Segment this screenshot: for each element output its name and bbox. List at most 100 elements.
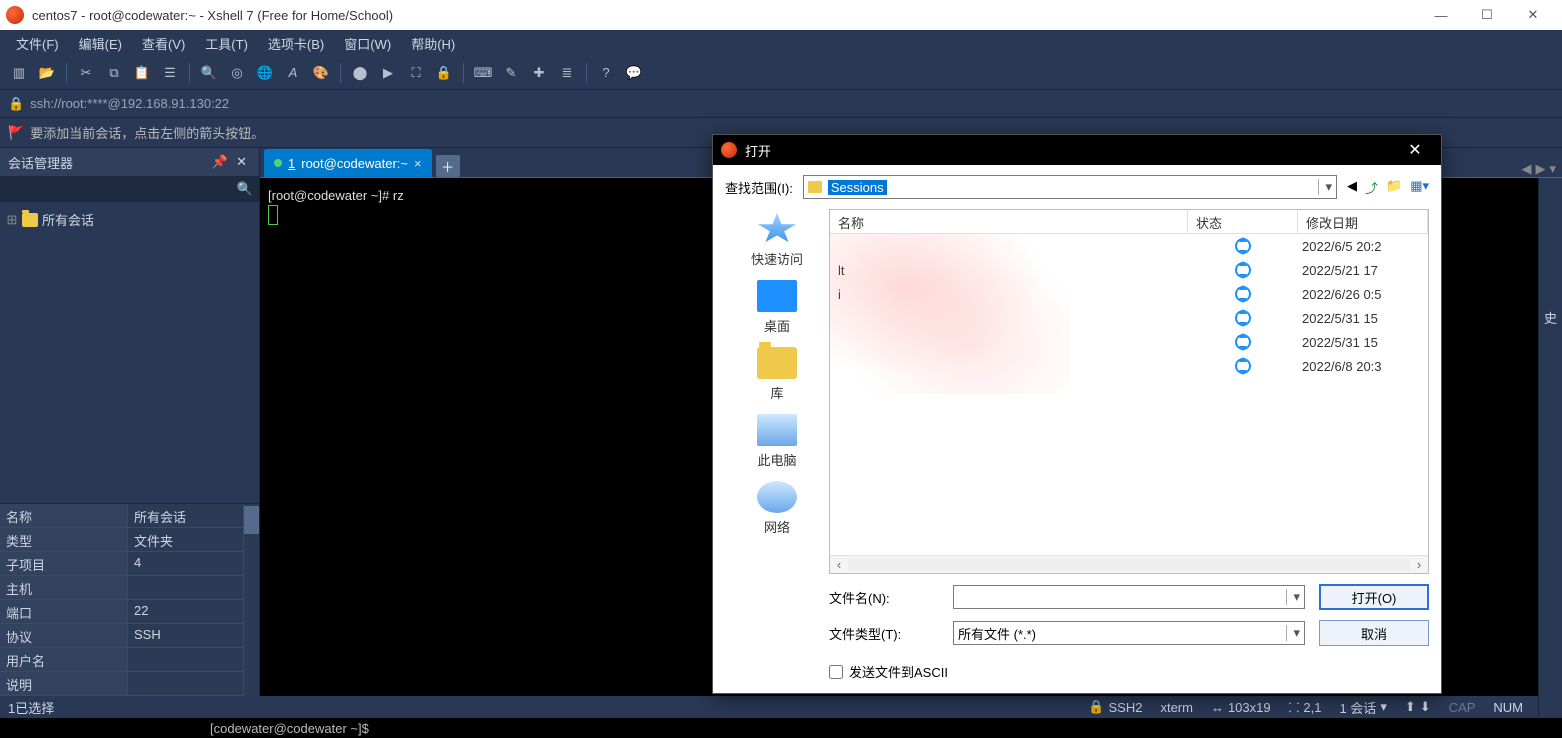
window-titlebar: centos7 - root@codewater:~ - Xshell 7 (F… bbox=[0, 0, 1562, 30]
terminal-prompt: [root@codewater ~]# bbox=[268, 188, 393, 203]
keyboard-icon[interactable]: ⌨ bbox=[470, 60, 496, 86]
color-icon[interactable]: 🎨 bbox=[308, 60, 334, 86]
nav-back-icon[interactable]: ◀ bbox=[1347, 178, 1357, 197]
col-name[interactable]: 名称 bbox=[830, 210, 1188, 233]
menu-tools[interactable]: 工具(T) bbox=[195, 31, 258, 56]
cut-icon[interactable]: ✂ bbox=[73, 60, 99, 86]
nav-up-icon[interactable]: ⤴ bbox=[1365, 178, 1378, 197]
list-icon[interactable]: ≣ bbox=[554, 60, 580, 86]
file-state bbox=[1188, 334, 1298, 350]
highlight-icon[interactable]: ✎ bbox=[498, 60, 524, 86]
filetype-combo[interactable]: 所有文件 (*.*) ▾ bbox=[953, 621, 1305, 645]
status-lock-icon: 🔒 bbox=[1088, 699, 1104, 715]
tab-nav-right-icon[interactable]: ▶ bbox=[1535, 161, 1545, 177]
open-button[interactable]: 打开(O) bbox=[1319, 584, 1429, 610]
star-icon bbox=[757, 213, 797, 245]
record-icon[interactable]: ⬤ bbox=[347, 60, 373, 86]
minimize-button[interactable]: — bbox=[1418, 0, 1464, 30]
font-icon[interactable]: A bbox=[280, 60, 306, 86]
property-key: 主机 bbox=[0, 576, 128, 599]
cancel-button[interactable]: 取消 bbox=[1319, 620, 1429, 646]
globe-icon[interactable]: 🌐 bbox=[252, 60, 278, 86]
pane-close-icon[interactable]: ✕ bbox=[232, 154, 251, 170]
place-library[interactable]: 库 bbox=[725, 347, 829, 402]
chevron-down-icon[interactable]: ▾ bbox=[1318, 179, 1332, 195]
property-row: 名称所有会话 bbox=[0, 504, 243, 528]
scroll-left-icon[interactable]: ‹ bbox=[830, 557, 848, 572]
nav-newfolder-icon[interactable]: 📁 bbox=[1386, 178, 1402, 197]
filename-combo[interactable]: ▾ bbox=[953, 585, 1305, 609]
tree-expand-icon[interactable]: ⊞ bbox=[6, 212, 18, 228]
tab-nav-left-icon[interactable]: ◀ bbox=[1521, 161, 1531, 177]
maximize-button[interactable]: ☐ bbox=[1464, 0, 1510, 30]
places-bar: 快速访问 桌面 库 此电脑 网络 bbox=[725, 209, 829, 574]
file-state bbox=[1188, 310, 1298, 326]
menu-tabs[interactable]: 选项卡(B) bbox=[258, 31, 334, 56]
chevron-down-icon[interactable]: ▾ bbox=[1286, 589, 1300, 605]
pin-icon[interactable]: 📌 bbox=[208, 154, 232, 170]
lookin-combo[interactable]: Sessions ▾ bbox=[803, 175, 1337, 199]
folder-icon bbox=[22, 213, 38, 227]
properties-scrollbar[interactable] bbox=[243, 504, 259, 696]
search-icon[interactable]: 🔍 bbox=[237, 181, 253, 197]
menu-window[interactable]: 窗口(W) bbox=[334, 31, 401, 56]
open-dialog: 打开 ✕ 查找范围(I): Sessions ▾ ◀ ⤴ 📁 ▦▾ 快速访问 桌… bbox=[712, 134, 1442, 694]
status-down-icon[interactable]: ⬇ bbox=[1420, 699, 1431, 715]
place-network[interactable]: 网络 bbox=[725, 481, 829, 536]
col-state[interactable]: 状态 bbox=[1188, 210, 1298, 233]
dialog-close-button[interactable]: ✕ bbox=[1397, 140, 1433, 160]
place-pc[interactable]: 此电脑 bbox=[725, 414, 829, 469]
tab-close-icon[interactable]: × bbox=[414, 156, 422, 171]
tab-nav-menu-icon[interactable]: ▾ bbox=[1549, 161, 1556, 177]
file-list-hscroll[interactable]: ‹ › bbox=[830, 555, 1428, 573]
file-list[interactable]: 名称 状态 修改日期 2022/6/5 20:2lt2022/5/21 17i2… bbox=[829, 209, 1429, 574]
file-state bbox=[1188, 238, 1298, 254]
open-session-icon[interactable]: 📂 bbox=[34, 60, 60, 86]
address-bar[interactable]: 🔒 ssh://root:****@192.168.91.130:22 bbox=[0, 90, 1562, 118]
property-row: 协议SSH bbox=[0, 624, 243, 648]
ascii-checkbox[interactable] bbox=[829, 665, 843, 679]
copy-icon[interactable]: ⧉ bbox=[101, 60, 127, 86]
search-icon[interactable]: 🔍 bbox=[196, 60, 222, 86]
col-date[interactable]: 修改日期 bbox=[1298, 210, 1428, 233]
stack-icon[interactable]: ☰ bbox=[157, 60, 183, 86]
play-icon[interactable]: ▶ bbox=[375, 60, 401, 86]
status-up-icon[interactable]: ⬆ bbox=[1405, 699, 1416, 715]
add-icon[interactable]: ✚ bbox=[526, 60, 552, 86]
target-icon[interactable]: ◎ bbox=[224, 60, 250, 86]
chevron-down-icon[interactable]: ▾ bbox=[1286, 625, 1300, 641]
menu-help[interactable]: 帮助(H) bbox=[401, 31, 465, 56]
file-list-header[interactable]: 名称 状态 修改日期 bbox=[830, 210, 1428, 234]
file-state bbox=[1188, 286, 1298, 302]
fullscreen-icon[interactable]: ⛶ bbox=[403, 60, 429, 86]
tree-root-row[interactable]: ⊞ 所有会话 bbox=[4, 208, 255, 231]
chat-icon[interactable]: 💬 bbox=[621, 60, 647, 86]
place-quick[interactable]: 快速访问 bbox=[725, 213, 829, 268]
menu-file[interactable]: 文件(F) bbox=[6, 31, 69, 56]
lock-icon[interactable]: 🔒 bbox=[431, 60, 457, 86]
file-state bbox=[1188, 262, 1298, 278]
property-key: 端口 bbox=[0, 600, 128, 623]
tab-add-button[interactable]: ＋ bbox=[436, 155, 460, 177]
scroll-right-icon[interactable]: › bbox=[1410, 557, 1428, 572]
property-key: 类型 bbox=[0, 528, 128, 551]
menu-edit[interactable]: 编辑(E) bbox=[69, 31, 132, 56]
status-termtype: xterm bbox=[1160, 700, 1193, 715]
help-icon[interactable]: ? bbox=[593, 60, 619, 86]
place-desktop[interactable]: 桌面 bbox=[725, 280, 829, 335]
close-button[interactable]: ✕ bbox=[1510, 0, 1556, 30]
tab-session-1[interactable]: 1 root@codewater:~ × bbox=[264, 149, 432, 177]
session-search-input[interactable] bbox=[6, 182, 237, 197]
nav-views-icon[interactable]: ▦▾ bbox=[1410, 178, 1429, 197]
session-tree[interactable]: ⊞ 所有会话 bbox=[0, 202, 259, 503]
dialog-titlebar[interactable]: 打开 ✕ bbox=[713, 135, 1441, 165]
paste-icon[interactable]: 📋 bbox=[129, 60, 155, 86]
menu-view[interactable]: 查看(V) bbox=[132, 31, 195, 56]
property-value: SSH bbox=[128, 624, 243, 647]
history-tab-stub[interactable]: 史 bbox=[1538, 178, 1562, 718]
new-session-icon[interactable]: ▥ bbox=[6, 60, 32, 86]
status-ssh: SSH2 bbox=[1108, 700, 1142, 715]
file-date: 2022/5/21 17 bbox=[1298, 263, 1428, 278]
status-cap: CAP bbox=[1449, 700, 1476, 715]
window-title: centos7 - root@codewater:~ - Xshell 7 (F… bbox=[32, 8, 1418, 23]
